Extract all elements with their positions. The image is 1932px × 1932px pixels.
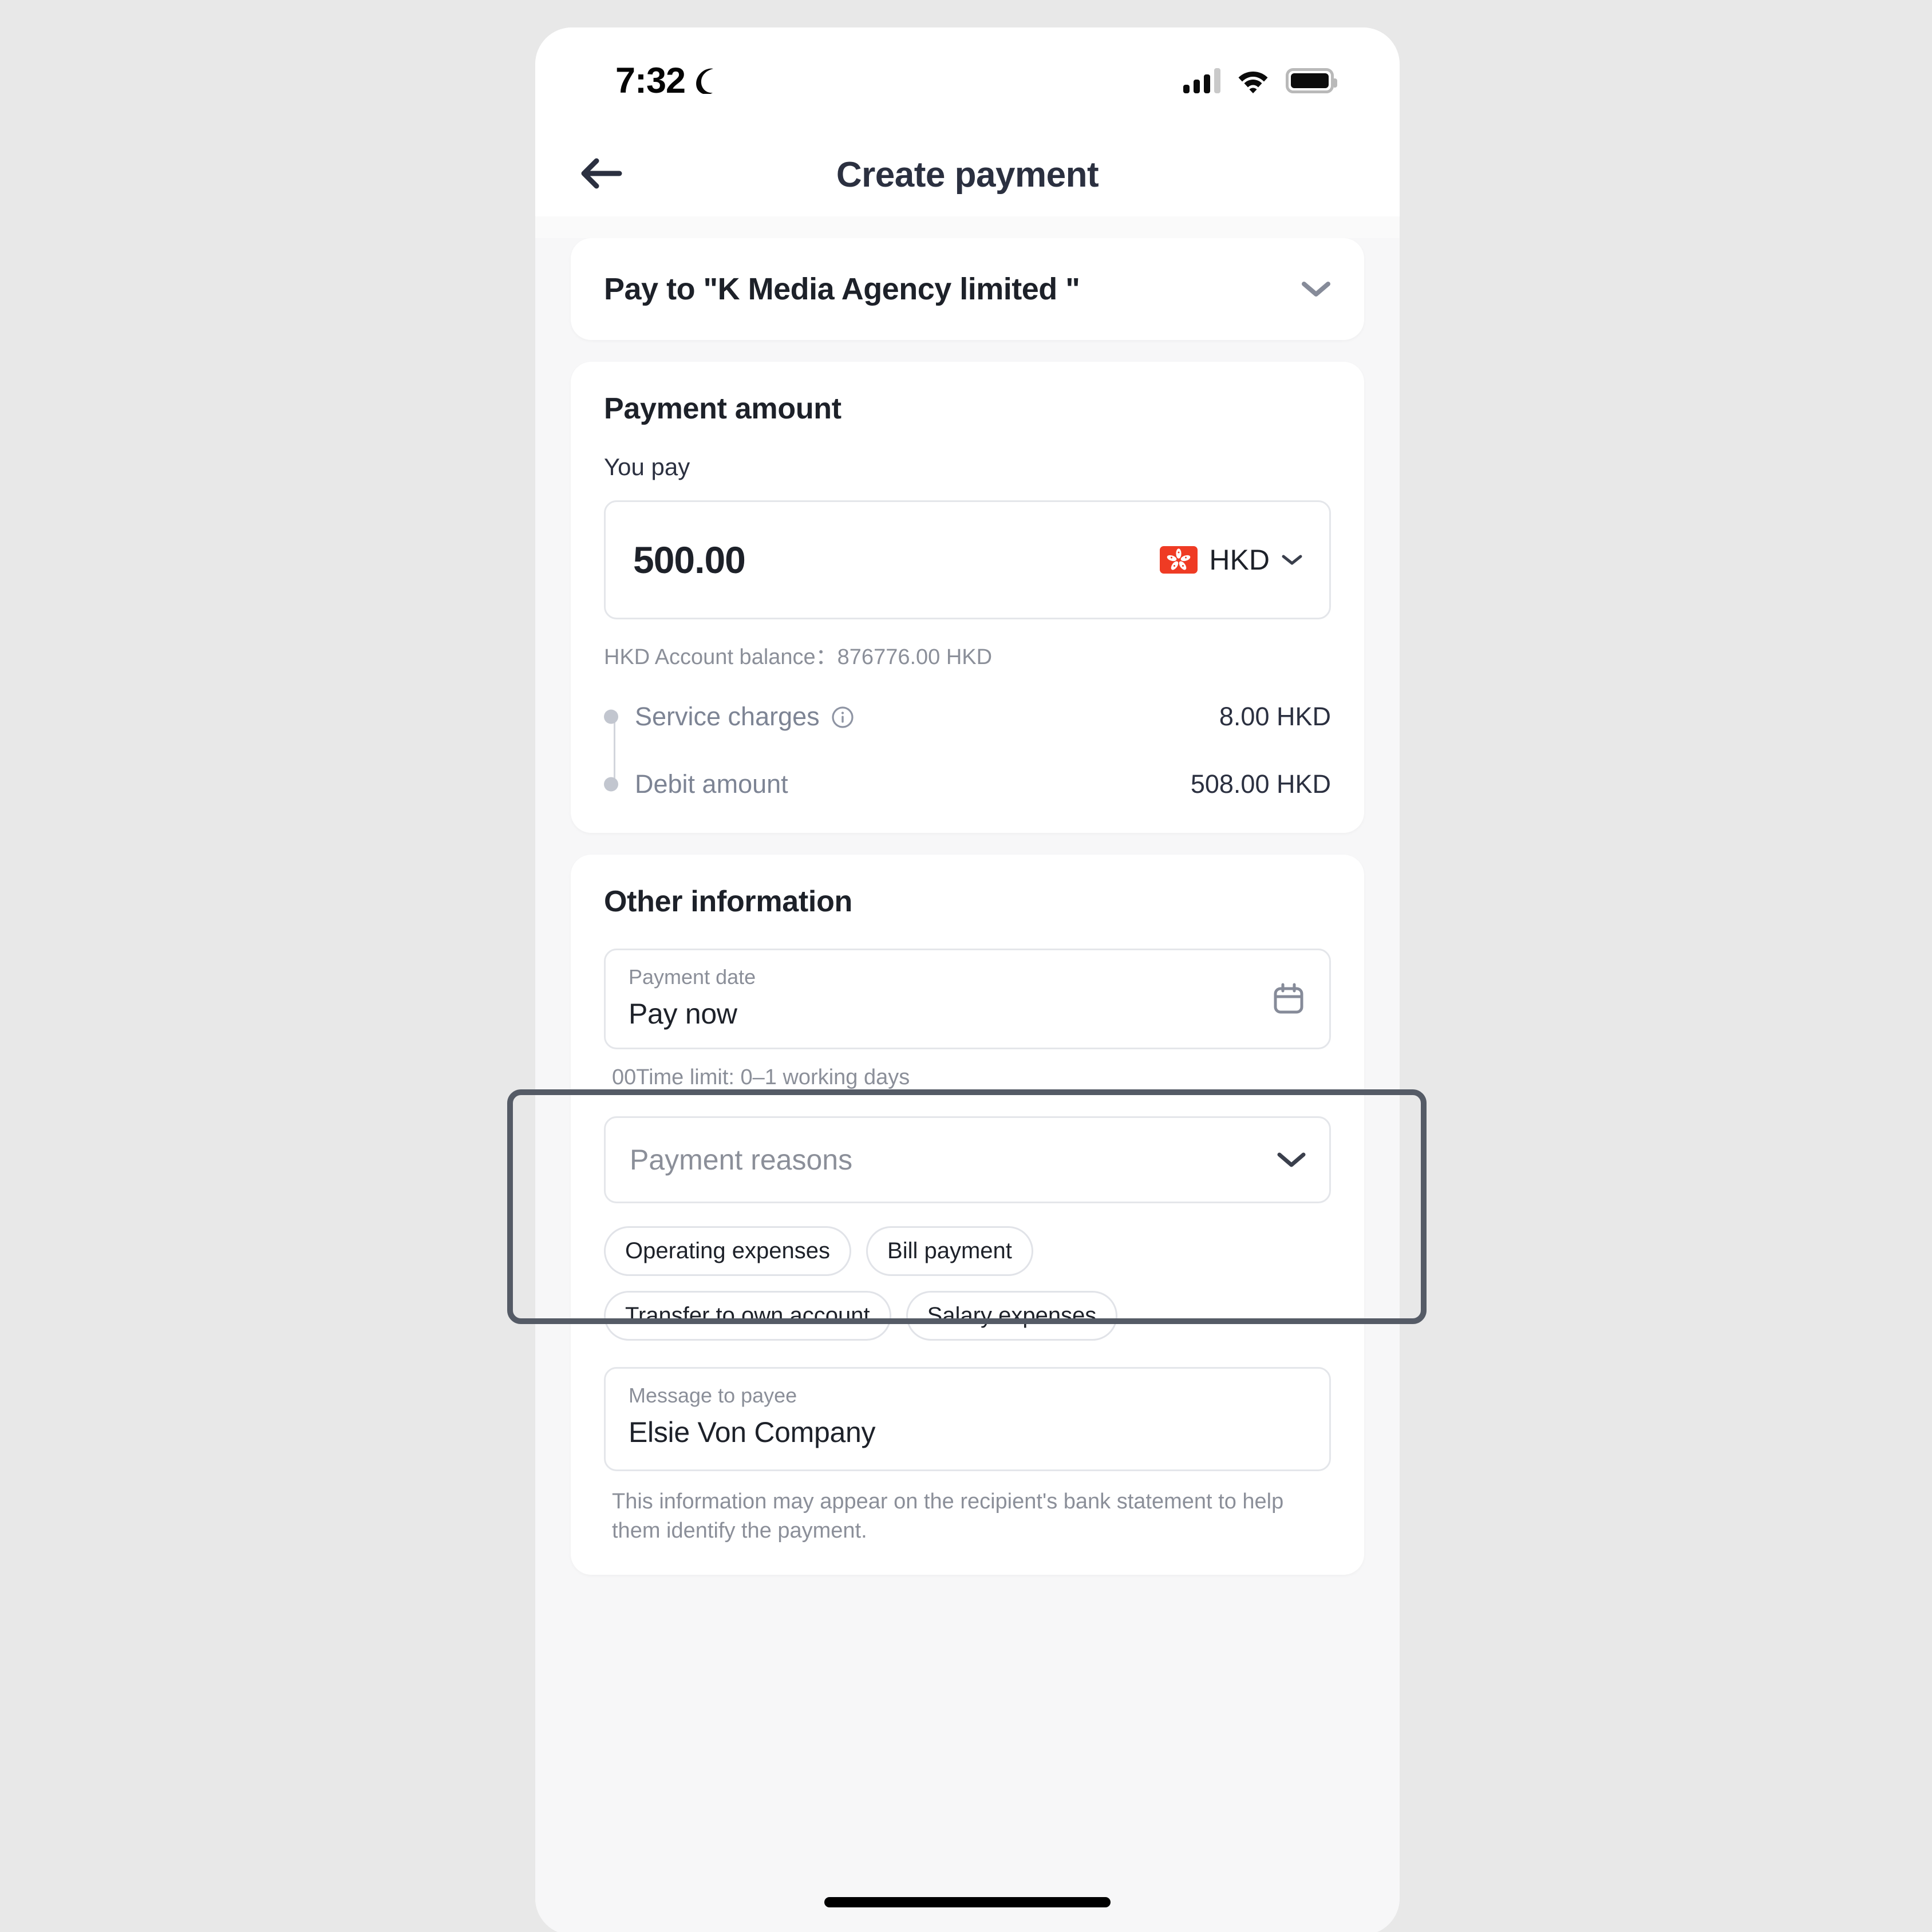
fee-row-debit-amount: Debit amount 508.00 HKD xyxy=(635,765,1331,803)
calendar-icon[interactable] xyxy=(1271,981,1306,1017)
currency-selector[interactable]: HKD xyxy=(1160,543,1303,576)
fee-row-service-charges: Service charges 8.00 HKD xyxy=(635,698,1331,736)
payment-date-field[interactable]: Payment date Pay now xyxy=(604,949,1331,1049)
payment-amount-title: Payment amount xyxy=(604,392,841,425)
fee-label: Service charges xyxy=(635,702,820,731)
payment-amount-card: Payment amount You pay 500.00 HKD HKD Ac… xyxy=(571,362,1364,833)
wifi-icon xyxy=(1238,68,1269,93)
payment-date-inner: Payment date Pay now xyxy=(629,965,1271,1030)
payee-card[interactable]: Pay to "K Media Agency limited " xyxy=(571,238,1364,340)
cellular-signal-icon xyxy=(1183,68,1220,93)
home-indicator[interactable] xyxy=(824,1897,1111,1907)
phone-frame: 7:32 Create payment Pay to "K Media Agen… xyxy=(535,27,1400,1932)
payment-reason-chips: Operating expenses Bill payment Transfer… xyxy=(604,1226,1331,1341)
you-pay-label: You pay xyxy=(604,453,690,480)
chevron-down-icon xyxy=(1281,554,1303,566)
payment-date-label: Payment date xyxy=(629,965,756,989)
message-to-payee-label: Message to payee xyxy=(629,1384,797,1407)
chip-bill-payment[interactable]: Bill payment xyxy=(866,1226,1033,1276)
hong-kong-flag-icon xyxy=(1160,546,1198,574)
page-title: Create payment xyxy=(836,155,1099,195)
payment-reasons-placeholder: Payment reasons xyxy=(630,1144,853,1176)
payee-selector[interactable]: Pay to "K Media Agency limited " xyxy=(571,238,1364,340)
chevron-down-icon xyxy=(1301,280,1331,298)
chip-salary-expenses[interactable]: Salary expenses xyxy=(906,1291,1118,1341)
other-information-title: Other information xyxy=(604,885,853,918)
app-header: Create payment xyxy=(535,133,1400,216)
fee-label: Debit amount xyxy=(635,769,788,799)
currency-code: HKD xyxy=(1209,544,1270,576)
amount-value: 500.00 xyxy=(633,539,746,581)
message-to-payee-field[interactable]: Message to payee Elsie Von Company xyxy=(604,1367,1331,1471)
fee-amount: 508.00 HKD xyxy=(1190,769,1331,799)
battery-full-icon xyxy=(1286,68,1337,93)
screenshot-stage: 7:32 Create payment Pay to "K Media Agen… xyxy=(0,0,1932,1932)
chip-transfer-to-own-account[interactable]: Transfer to own account xyxy=(604,1291,891,1341)
chip-operating-expenses[interactable]: Operating expenses xyxy=(604,1226,852,1276)
back-button[interactable] xyxy=(570,147,633,204)
info-circle-icon[interactable] xyxy=(831,705,854,728)
fee-breakdown: Service charges 8.00 HKD Debit amount 50… xyxy=(604,698,1331,803)
screen-content: Pay to "K Media Agency limited " Payment… xyxy=(535,238,1400,1932)
clock-time: 7:32 xyxy=(615,60,686,101)
fee-amount: 8.00 HKD xyxy=(1219,702,1331,731)
payment-date-value: Pay now xyxy=(629,998,737,1030)
payment-date-helper: 00Time limit: 0–1 working days xyxy=(612,1065,910,1089)
payee-label: Pay to "K Media Agency limited " xyxy=(604,272,1080,306)
message-to-payee-note: This information may appear on the recip… xyxy=(612,1490,1284,1543)
fee-label-group: Service charges xyxy=(635,702,854,732)
message-to-payee-value: Elsie Von Company xyxy=(629,1416,876,1448)
payment-reasons-select[interactable]: Payment reasons xyxy=(604,1116,1331,1203)
back-arrow-icon xyxy=(579,157,623,192)
account-balance-text: HKD Account balance：876776.00 HKD xyxy=(604,645,993,669)
amount-input[interactable]: 500.00 HKD xyxy=(604,500,1331,619)
status-bar-left: 7:32 xyxy=(615,60,720,101)
chevron-down-icon xyxy=(1277,1151,1306,1168)
fee-label-group: Debit amount xyxy=(635,769,788,799)
crescent-moon-icon xyxy=(696,68,720,94)
status-bar-right xyxy=(1183,68,1337,93)
status-bar: 7:32 xyxy=(535,27,1400,133)
other-information-card: Other information Payment date Pay now 0… xyxy=(571,855,1364,1575)
